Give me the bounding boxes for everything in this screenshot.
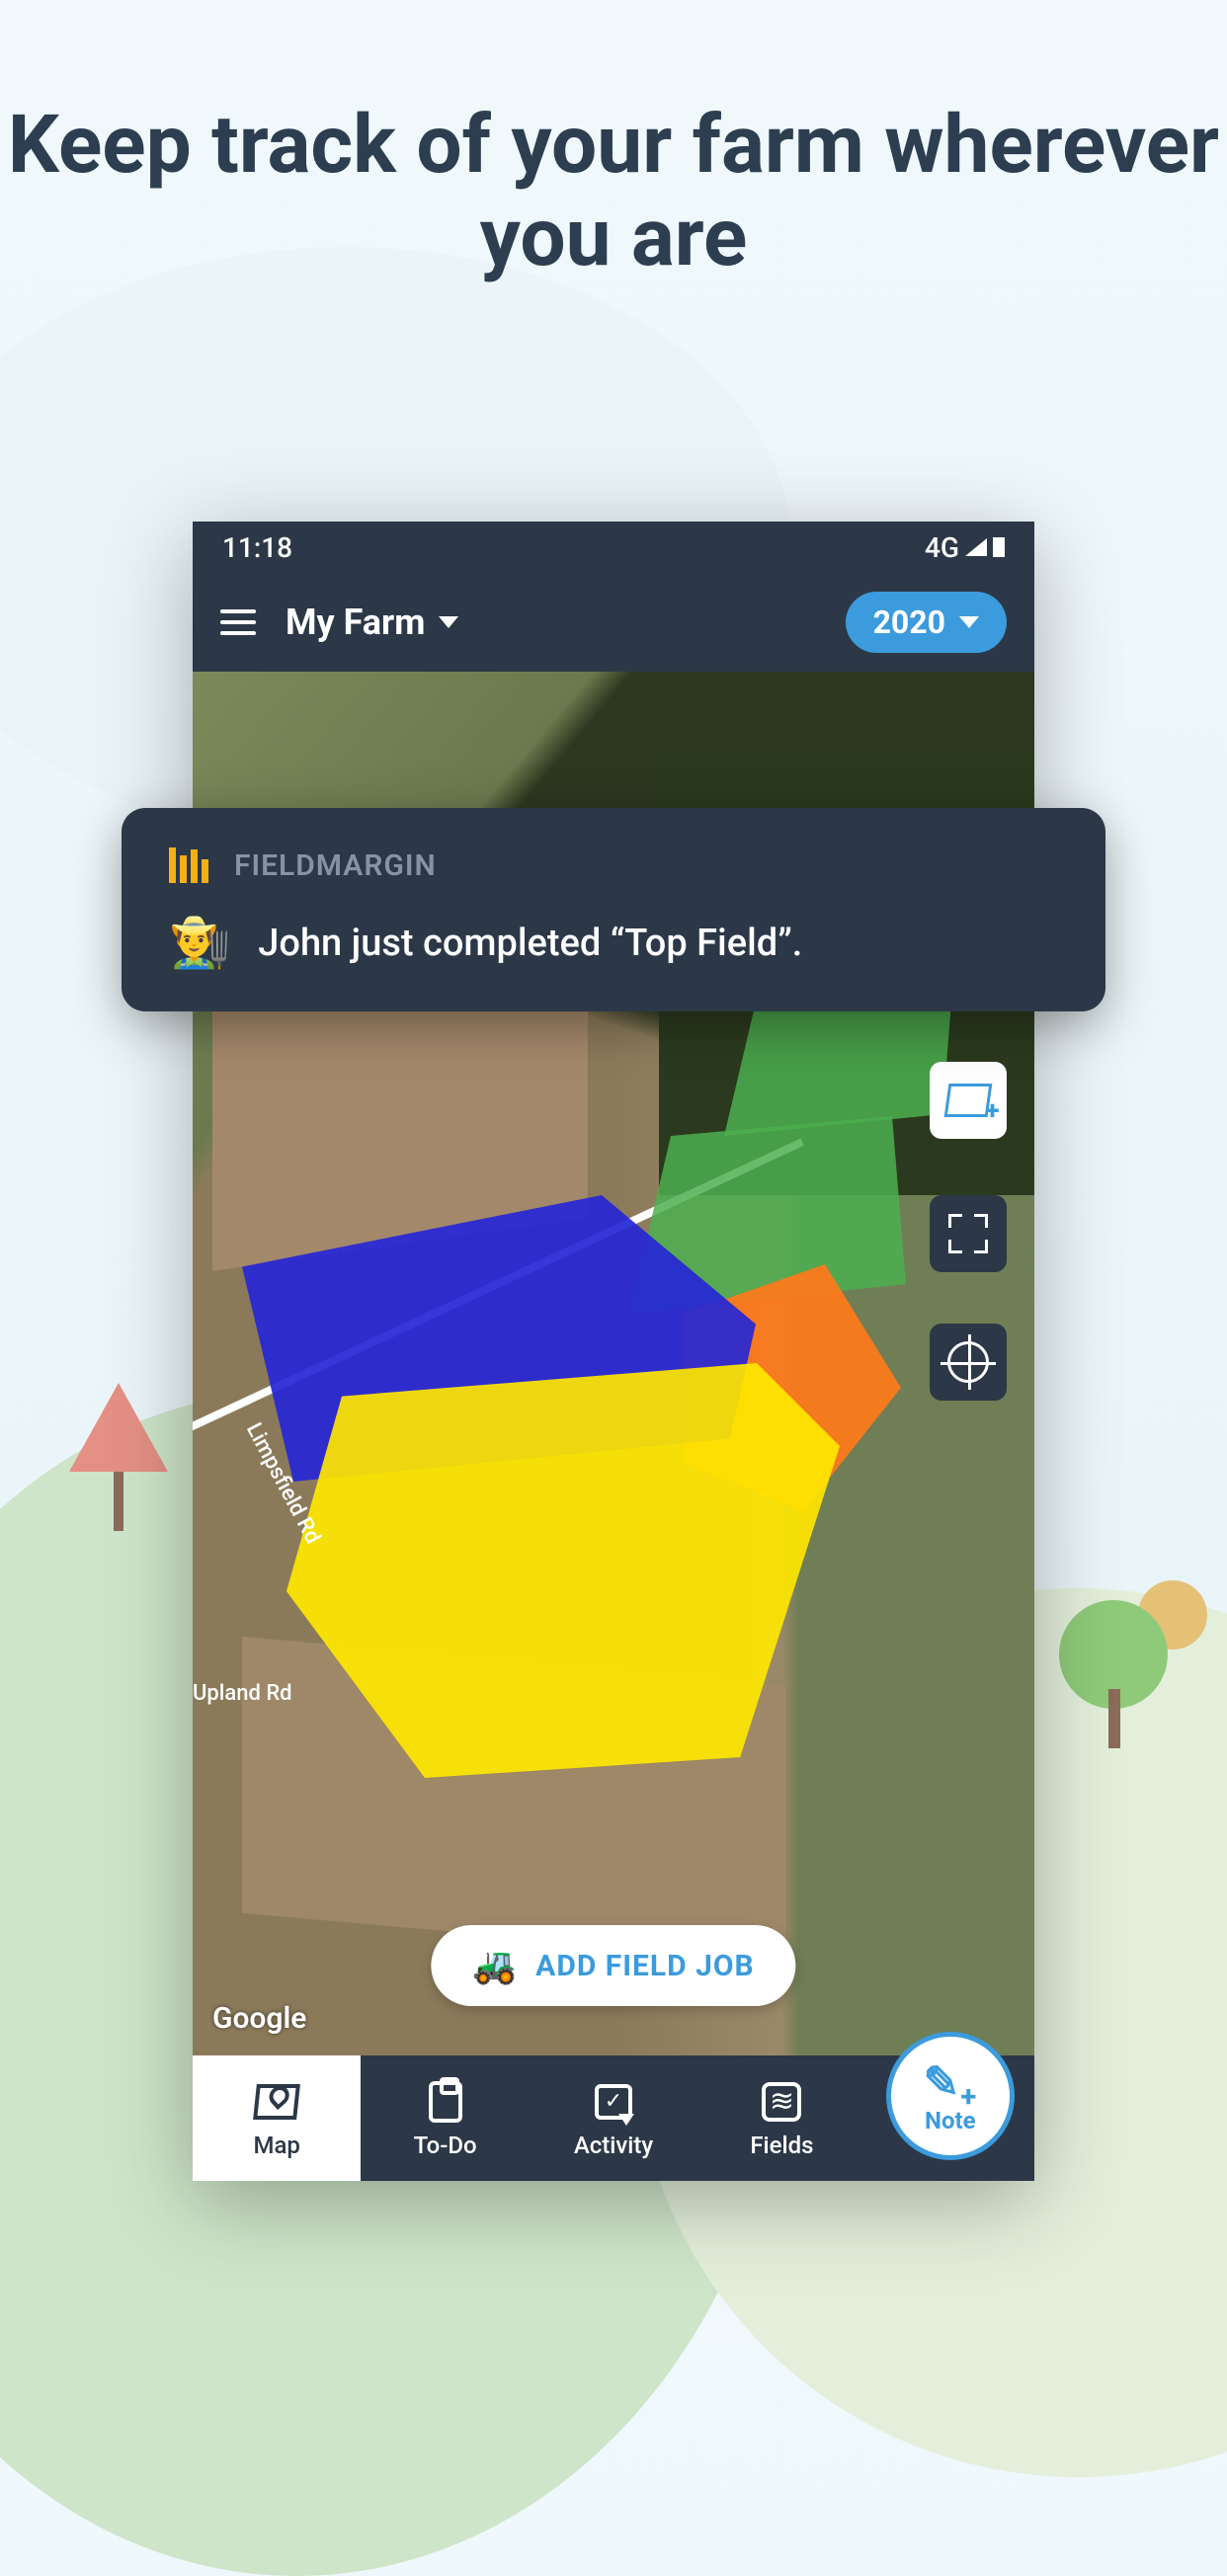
- locate-me-button[interactable]: [930, 1324, 1007, 1401]
- nav-fields[interactable]: Fields: [697, 2055, 865, 2181]
- add-field-job-button[interactable]: 🚜 ADD FIELD JOB: [431, 1925, 795, 2006]
- notification-body: 👨‍🌾 John just completed “Top Field”.: [169, 915, 1058, 972]
- map-attribution: Google: [212, 2001, 306, 2036]
- note-label: Note: [925, 2107, 976, 2134]
- fields-icon: [762, 2082, 801, 2122]
- signal-icon: [965, 538, 987, 556]
- nav-activity[interactable]: Activity: [530, 2055, 697, 2181]
- expand-icon: [948, 1214, 988, 1253]
- phone-mock: 11:18 4G My Farm 2020 Limpsfield Rd: [193, 522, 1034, 2181]
- farm-selector[interactable]: My Farm: [286, 602, 458, 643]
- status-network: 4G: [925, 531, 959, 564]
- brand-icon: [169, 847, 208, 883]
- nav-note[interactable]: ✎₊ Note: [866, 2055, 1034, 2181]
- expand-button[interactable]: [930, 1195, 1007, 1272]
- tree-decoration: [69, 1383, 168, 1472]
- notification-brand: FIELDMARGIN: [234, 848, 437, 883]
- tractor-icon: 🚜: [472, 1945, 518, 1986]
- farm-name: My Farm: [286, 602, 425, 643]
- nav-label: Map: [253, 2132, 299, 2159]
- notification-text: John just completed “Top Field”.: [258, 922, 802, 965]
- year-value: 2020: [873, 604, 945, 641]
- farmer-emoji-icon: 👨‍🌾: [169, 915, 230, 972]
- year-selector[interactable]: 2020: [846, 592, 1007, 653]
- clipboard-icon: [429, 2081, 462, 2123]
- chevron-down-icon: [959, 616, 979, 628]
- nav-label: To-Do: [414, 2132, 477, 2159]
- add-map-layer-button[interactable]: [930, 1062, 1007, 1139]
- map-icon: [253, 2084, 300, 2120]
- battery-icon: [993, 537, 1005, 557]
- tree-decoration: [1059, 1600, 1168, 1709]
- road-label: Upland Rd: [193, 1681, 292, 1706]
- menu-icon[interactable]: [220, 609, 256, 635]
- status-right: 4G: [925, 531, 1005, 564]
- add-job-label: ADD FIELD JOB: [535, 1949, 755, 1983]
- nav-todo[interactable]: To-Do: [361, 2055, 529, 2181]
- pencil-plus-icon: ✎₊: [924, 2056, 978, 2108]
- map-plus-icon: [944, 1084, 993, 1117]
- notification-header: FIELDMARGIN: [169, 847, 1058, 883]
- notification-toast[interactable]: FIELDMARGIN 👨‍🌾 John just completed “Top…: [122, 808, 1105, 1011]
- note-fab[interactable]: ✎₊ Note: [886, 2032, 1015, 2160]
- nav-map[interactable]: Map: [193, 2055, 361, 2181]
- nav-label: Fields: [750, 2132, 813, 2159]
- status-time: 11:18: [222, 531, 292, 564]
- nav-label: Activity: [574, 2132, 653, 2159]
- bottom-nav: Map To-Do Activity Fields ✎₊ Note: [193, 2055, 1034, 2181]
- app-header: My Farm 2020: [193, 573, 1034, 672]
- activity-icon: [595, 2084, 632, 2120]
- page-heading: Keep track of your farm wherever you are: [0, 99, 1227, 285]
- target-icon: [947, 1341, 989, 1383]
- chevron-down-icon: [439, 616, 458, 628]
- status-bar: 11:18 4G: [193, 522, 1034, 573]
